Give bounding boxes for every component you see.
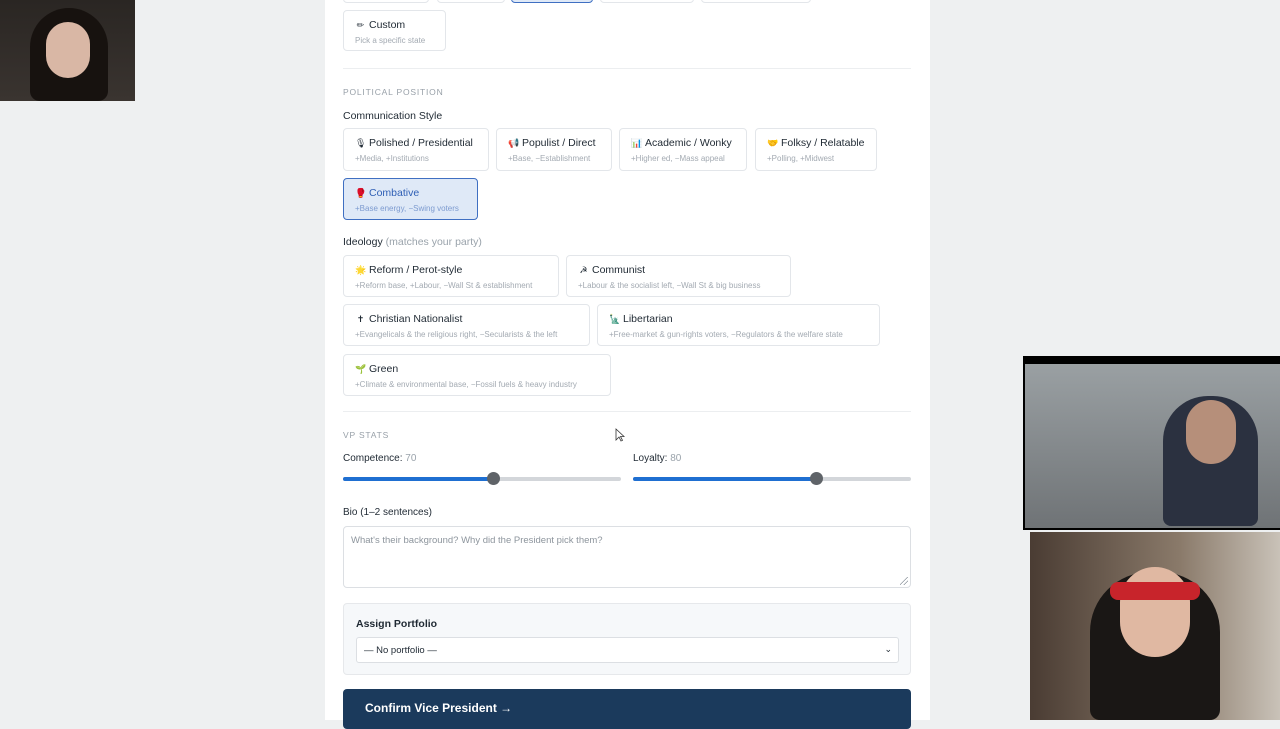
hidden-option-4[interactable] — [600, 0, 694, 3]
bar-chart-icon: 📊 — [631, 138, 643, 148]
option-subtitle: +Media, +Institutions — [355, 154, 429, 163]
seedling-icon: 🌱 — [355, 364, 367, 374]
confirm-button-label: Confirm Vice President → — [365, 701, 513, 715]
ideology-option-libertarian[interactable]: 🗽 Libertarian +Free-market & gun-rights v… — [597, 304, 880, 346]
political-position-heading: POLITICAL POSITION — [343, 87, 444, 97]
option-title: Christian Nationalist — [369, 313, 463, 325]
option-subtitle: +Reform base, +Labour, −Wall St & establ… — [355, 281, 533, 290]
style-option-polished-presidential[interactable]: 🎙 Polished / Presidential +Media, +Instit… — [343, 128, 489, 171]
ideology-option-green[interactable]: 🌱 Green +Climate & environmental base, −F… — [343, 354, 611, 396]
option-title: Green — [369, 363, 399, 375]
portfolio-selected-value: — No portfolio — — [364, 645, 437, 656]
webcam-overlay-right-lower — [1030, 532, 1280, 720]
style-option-populist-direct[interactable]: 📢 Populist / Direct +Base, −Establishment — [496, 128, 612, 171]
chevron-down-icon: ⌄ — [884, 644, 892, 654]
assign-portfolio-card: Assign Portfolio — No portfolio — ⌄ — [343, 603, 911, 675]
resize-handle-icon[interactable] — [900, 577, 908, 585]
option-title: Polished / Presidential — [369, 137, 473, 149]
bio-label: Bio (1–2 sentences) — [343, 507, 432, 518]
option-title: Populist / Direct — [522, 137, 596, 149]
cross-icon: ✝ — [356, 314, 365, 324]
competence-value: 70 — [405, 453, 417, 464]
ideology-option-communist[interactable]: ☭ Communist +Labour & the socialist left,… — [566, 255, 791, 297]
microphone-icon: 🎙 — [355, 138, 367, 148]
bio-placeholder: What's their background? Why did the Pre… — [351, 535, 603, 546]
webcam-overlay-top-left — [0, 0, 135, 101]
competence-slider[interactable] — [343, 472, 621, 485]
style-option-folksy-relatable[interactable]: 🤝 Folksy / Relatable +Polling, +Midwest — [755, 128, 877, 171]
handshake-icon: 🤝 — [767, 138, 779, 148]
mouse-cursor-icon — [615, 428, 625, 442]
divider — [343, 68, 911, 69]
option-title: Academic / Wonky — [645, 137, 732, 149]
option-subtitle: +Base, −Establishment — [508, 154, 591, 163]
option-subtitle: +Evangelicals & the religious right, −Se… — [355, 330, 558, 339]
custom-option-subtitle: Pick a specific state — [355, 36, 426, 45]
confirm-vice-president-button[interactable]: Confirm Vice President → — [343, 689, 911, 729]
competence-label-text: Competence: — [343, 453, 403, 464]
option-title: Reform / Perot-style — [369, 264, 463, 276]
option-subtitle: +Higher ed, −Mass appeal — [631, 154, 725, 163]
option-subtitle: +Base energy, −Swing voters — [355, 204, 459, 213]
boxing-glove-icon: 🥊 — [355, 188, 367, 198]
loyalty-value: 80 — [670, 453, 682, 464]
hidden-option-5[interactable] — [701, 0, 811, 3]
option-subtitle: +Labour & the socialist left, −Wall St &… — [578, 281, 761, 290]
option-title: Libertarian — [623, 313, 673, 325]
assign-portfolio-label: Assign Portfolio — [356, 618, 438, 630]
hidden-option-selected[interactable] — [511, 0, 593, 3]
vp-stats-heading: VP STATS — [343, 430, 390, 440]
ideology-label-row: Ideology (matches your party) — [343, 236, 482, 248]
option-title: Combative — [369, 187, 420, 199]
star-icon: 🌟 — [355, 265, 367, 275]
style-option-academic-wonky[interactable]: 📊 Academic / Wonky +Higher ed, −Mass appe… — [619, 128, 747, 171]
megaphone-icon: 📢 — [508, 138, 520, 148]
ideology-option-reform[interactable]: 🌟 Reform / Perot-style +Reform base, +Lab… — [343, 255, 559, 297]
ideology-option-christian-nationalist[interactable]: ✝ Christian Nationalist +Evangelicals & t… — [343, 304, 590, 346]
style-option-combative[interactable]: 🥊 Combative +Base energy, −Swing voters — [343, 178, 478, 220]
portfolio-select[interactable]: — No portfolio — ⌄ — [356, 637, 899, 663]
webcam-overlay-right-upper — [1023, 356, 1280, 530]
custom-state-option[interactable]: ✏ Custom Pick a specific state — [343, 10, 446, 51]
option-title: Folksy / Relatable — [781, 137, 865, 149]
divider — [343, 411, 911, 412]
custom-option-title: Custom — [369, 19, 406, 31]
competence-slider-fill — [343, 477, 494, 481]
bio-textarea[interactable]: What's their background? Why did the Pre… — [343, 526, 911, 588]
loyalty-slider[interactable] — [633, 472, 911, 485]
hidden-option-2[interactable] — [437, 0, 505, 3]
ideology-hint: (matches your party) — [385, 236, 482, 248]
hammer-sickle-icon: ☭ — [579, 265, 588, 275]
loyalty-label: Loyalty: 80 — [633, 453, 681, 464]
statue-of-liberty-icon: 🗽 — [609, 314, 621, 324]
option-subtitle: +Polling, +Midwest — [767, 154, 835, 163]
option-subtitle: +Free-market & gun-rights voters, −Regul… — [609, 330, 843, 339]
loyalty-slider-fill — [633, 477, 817, 481]
pencil-icon: ✏ — [356, 20, 365, 30]
option-title: Communist — [592, 264, 646, 276]
option-subtitle: +Climate & environmental base, −Fossil f… — [355, 380, 577, 389]
communication-style-label: Communication Style — [343, 110, 443, 122]
competence-label: Competence: 70 — [343, 453, 416, 464]
loyalty-label-text: Loyalty: — [633, 453, 668, 464]
ideology-label: Ideology — [343, 236, 383, 248]
hidden-option-1[interactable] — [343, 0, 429, 3]
